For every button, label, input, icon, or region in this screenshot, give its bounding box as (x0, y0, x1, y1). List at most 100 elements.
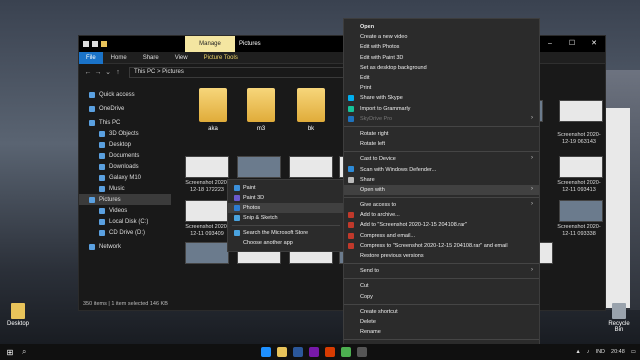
recent-icon[interactable]: ⌄ (103, 68, 113, 76)
sidebar-item[interactable]: Quick access (89, 89, 171, 100)
image-thumbnail[interactable] (559, 200, 603, 222)
sidebar-item[interactable]: Downloads (89, 161, 171, 172)
clock[interactable]: 20:48 (611, 349, 625, 355)
close-button[interactable]: ✕ (583, 36, 605, 52)
quick-access-icon[interactable] (83, 41, 89, 47)
context-menu-item-label: Rename (360, 329, 381, 336)
sidebar-item-icon (89, 119, 95, 126)
image-thumbnail[interactable] (237, 156, 281, 178)
tab-home[interactable]: Home (103, 55, 135, 61)
sidebar-item-icon (89, 91, 95, 98)
image-thumbnail[interactable] (559, 156, 603, 178)
language-indicator[interactable]: IND (596, 349, 605, 355)
sidebar-item[interactable]: Music (89, 183, 171, 194)
context-menu-item[interactable]: Create a new video (344, 32, 539, 42)
tab-view[interactable]: View (167, 55, 196, 61)
open-with-item[interactable]: Choose another app (228, 238, 344, 248)
context-menu-item[interactable]: Import to Grammarly (344, 104, 539, 114)
forward-icon[interactable]: → (93, 69, 103, 76)
minimize-button[interactable]: – (539, 36, 561, 52)
sidebar-item[interactable]: Videos (89, 205, 171, 216)
file-explorer-icon[interactable] (277, 347, 287, 357)
context-menu-item[interactable]: Copy (344, 292, 539, 302)
up-icon[interactable]: ↑ (113, 69, 123, 76)
sidebar-item-label: Documents (109, 152, 140, 159)
sidebar-item[interactable]: Desktop (89, 139, 171, 150)
image-thumbnail[interactable] (185, 242, 229, 264)
new-folder-icon[interactable] (101, 41, 107, 47)
context-menu-item[interactable]: Add to archive... (344, 210, 539, 220)
sidebar-item[interactable]: 3D Objects (89, 128, 171, 139)
sidebar-item[interactable]: Network (89, 241, 171, 252)
context-menu-item[interactable]: Open (344, 22, 539, 32)
folder-item[interactable]: bk (291, 88, 331, 132)
edge-icon[interactable] (261, 347, 271, 357)
context-menu-item[interactable]: Edit (344, 73, 539, 83)
image-thumbnail[interactable] (559, 100, 603, 122)
desktop-icon-desktop[interactable]: Desktop (3, 303, 33, 327)
context-menu-item[interactable]: Rotate right (344, 129, 539, 139)
context-menu-item[interactable]: Compress and email... (344, 231, 539, 241)
open-with-item[interactable]: Search the Microsoft Store (228, 228, 344, 238)
open-with-item[interactable]: Paint 3D (228, 193, 344, 203)
image-thumbnail[interactable] (289, 156, 333, 178)
open-with-item-label: Choose another app (243, 240, 293, 246)
sidebar-item[interactable]: CD Drive (D:) (89, 227, 171, 238)
folder-item[interactable]: aka (193, 88, 233, 132)
context-menu-item[interactable]: Scan with Windows Defender... (344, 164, 539, 174)
sidebar-item[interactable]: OneDrive (89, 103, 171, 114)
context-menu-item[interactable]: Cast to Device › (344, 154, 539, 164)
context-menu-item[interactable]: Edit with Photos (344, 42, 539, 52)
context-menu-item[interactable]: Restore previous versions (344, 251, 539, 261)
open-with-item[interactable]: Paint (228, 183, 344, 193)
maximize-button[interactable]: ☐ (561, 36, 583, 52)
tab-share[interactable]: Share (135, 55, 167, 61)
back-icon[interactable]: ← (83, 69, 93, 76)
context-menu-item[interactable]: Set as desktop background (344, 63, 539, 73)
sidebar-item[interactable]: This PC (89, 117, 171, 128)
properties-icon[interactable] (92, 41, 98, 47)
desktop-icon-recycle-bin[interactable]: Recycle Bin (604, 303, 634, 333)
context-menu-item[interactable]: Rename (344, 327, 539, 337)
context-menu-item[interactable]: Open with › (344, 184, 539, 195)
context-menu-item[interactable]: Rotate left (344, 139, 539, 149)
context-menu-item[interactable]: Share (344, 175, 539, 185)
open-with-item[interactable]: Photos (228, 203, 344, 213)
sidebar-item[interactable]: Documents (89, 150, 171, 161)
search-icon[interactable]: ⌕ (22, 344, 26, 360)
sidebar-item[interactable]: Local Disk (C:) (89, 216, 171, 227)
start-icon[interactable]: ⊞ (0, 348, 20, 357)
menu-item-icon (348, 95, 354, 102)
open-with-item[interactable]: Snip & Sketch (228, 213, 344, 223)
context-menu-item[interactable]: Edit with Paint 3D (344, 53, 539, 63)
image-thumbnail[interactable] (185, 200, 229, 222)
context-menu-item[interactable]: Create shortcut (344, 307, 539, 317)
tab-file[interactable]: File (79, 51, 103, 64)
context-menu-item[interactable]: Add to "Screenshot 2020-12-15 204108.rar… (344, 220, 539, 230)
sidebar-item[interactable]: Pictures (79, 194, 171, 205)
context-menu-item[interactable]: Send to › (344, 266, 539, 276)
context-menu-item[interactable]: Compress to "Screenshot 2020-12-15 20410… (344, 241, 539, 251)
folder-item[interactable]: m3 (241, 88, 281, 132)
tab-manage[interactable]: Manage (185, 36, 235, 52)
volume-icon[interactable]: ♪ (587, 349, 590, 355)
context-menu-item-label: Open (360, 24, 375, 31)
sidebar-item[interactable]: Galaxy M10 (89, 172, 171, 183)
context-menu-item[interactable]: Delete (344, 317, 539, 327)
notification-icon[interactable]: ▭ (631, 349, 636, 355)
tab-picture-tools[interactable]: Picture Tools (196, 55, 246, 61)
context-menu-item[interactable]: Print (344, 83, 539, 93)
menu-item-icon (348, 212, 354, 219)
chrome-icon[interactable] (341, 347, 351, 357)
app-icon[interactable] (357, 347, 367, 357)
sidebar-item-label: Pictures (99, 196, 121, 203)
image-thumbnail[interactable] (185, 156, 229, 178)
onenote-icon[interactable] (309, 347, 319, 357)
context-menu-item[interactable]: Give access to › (344, 200, 539, 210)
context-menu-item[interactable]: Share with Skype (344, 93, 539, 103)
sidebar-item-label: Network (99, 243, 122, 250)
powerpoint-icon[interactable] (325, 347, 335, 357)
context-menu-item[interactable]: Cut (344, 281, 539, 291)
network-icon[interactable]: ▲ (575, 349, 580, 355)
word-icon[interactable] (293, 347, 303, 357)
